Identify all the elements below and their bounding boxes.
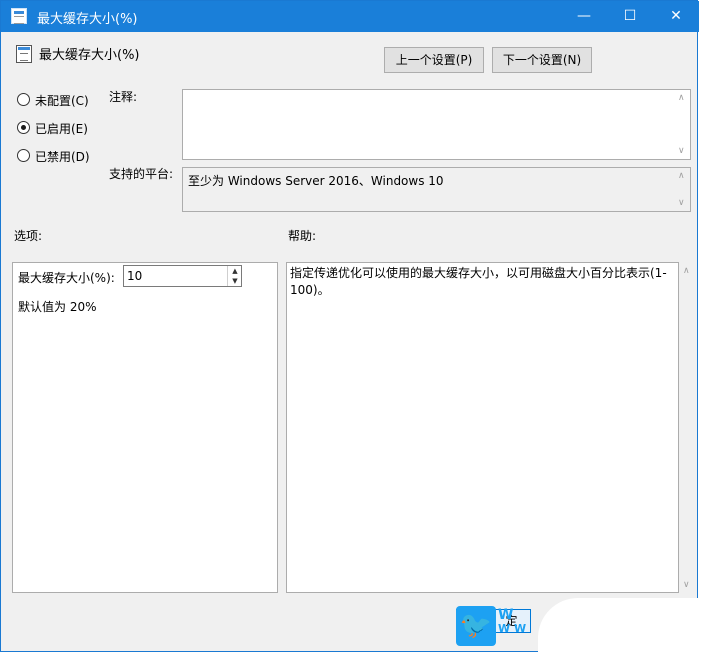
stepper-up-icon[interactable]: ▲ xyxy=(228,266,242,276)
bird-logo-icon: 🐦 xyxy=(456,606,496,646)
platform-value: 至少为 Windows Server 2016、Windows 10 xyxy=(188,174,444,188)
stepper-down-icon[interactable]: ▼ xyxy=(228,276,242,286)
title-bar[interactable]: 最大缓存大小(%) — ☐ ✕ xyxy=(1,1,699,32)
policy-name: 最大缓存大小(%) xyxy=(39,48,140,63)
maximize-button[interactable]: ☐ xyxy=(607,1,653,32)
options-title: 选项: xyxy=(14,229,43,243)
help-title: 帮助: xyxy=(288,229,317,243)
disabled-label[interactable]: 已禁用(D) xyxy=(35,148,90,165)
platform-field: 至少为 Windows Server 2016、Windows 10 xyxy=(182,167,691,212)
watermark-logo: W W W xyxy=(498,607,527,635)
stepper-buttons[interactable]: ▲ ▼ xyxy=(227,266,242,286)
previous-setting-button[interactable]: 上一个设置(P) xyxy=(384,47,484,73)
scroll-down-icon[interactable]: ∨ xyxy=(678,146,685,156)
policy-icon xyxy=(11,8,27,24)
minimize-button[interactable]: — xyxy=(561,1,607,32)
window-title: 最大缓存大小(%) xyxy=(37,12,138,27)
enabled-radio[interactable] xyxy=(17,121,30,134)
watermark-background xyxy=(538,598,708,652)
scroll-up-icon[interactable]: ∧ xyxy=(678,93,685,103)
scroll-down-icon[interactable]: ∨ xyxy=(678,198,685,208)
disabled-radio[interactable] xyxy=(17,149,30,162)
enabled-label[interactable]: 已启用(E) xyxy=(35,120,88,137)
cache-size-stepper[interactable]: 10 xyxy=(123,265,242,287)
help-text: 指定传递优化可以使用的最大缓存大小，以可用磁盘大小百分比表示(1-100)。 xyxy=(290,266,667,297)
comment-textarea[interactable] xyxy=(182,89,691,160)
scroll-down-icon[interactable]: ∨ xyxy=(683,580,690,590)
scroll-up-icon[interactable]: ∧ xyxy=(683,266,690,276)
comment-label: 注释: xyxy=(109,90,138,104)
policy-icon xyxy=(16,45,32,63)
scroll-up-icon[interactable]: ∧ xyxy=(678,171,685,181)
not-configured-radio[interactable] xyxy=(17,93,30,106)
help-pane: 指定传递优化可以使用的最大缓存大小，以可用磁盘大小百分比表示(1-100)。 xyxy=(286,262,679,593)
default-value-text: 默认值为 20% xyxy=(18,300,97,314)
not-configured-label[interactable]: 未配置(C) xyxy=(35,92,89,109)
platform-label: 支持的平台: xyxy=(109,167,174,181)
next-setting-button[interactable]: 下一个设置(N) xyxy=(492,47,592,73)
cache-size-value[interactable]: 10 xyxy=(127,269,142,283)
cache-size-label: 最大缓存大小(%): xyxy=(18,271,115,285)
close-button[interactable]: ✕ xyxy=(653,1,699,32)
policy-setting-dialog: 最大缓存大小(%) — ☐ ✕ 最大缓存大小(%) 上一个设置(P) 下一个设置… xyxy=(0,0,699,652)
